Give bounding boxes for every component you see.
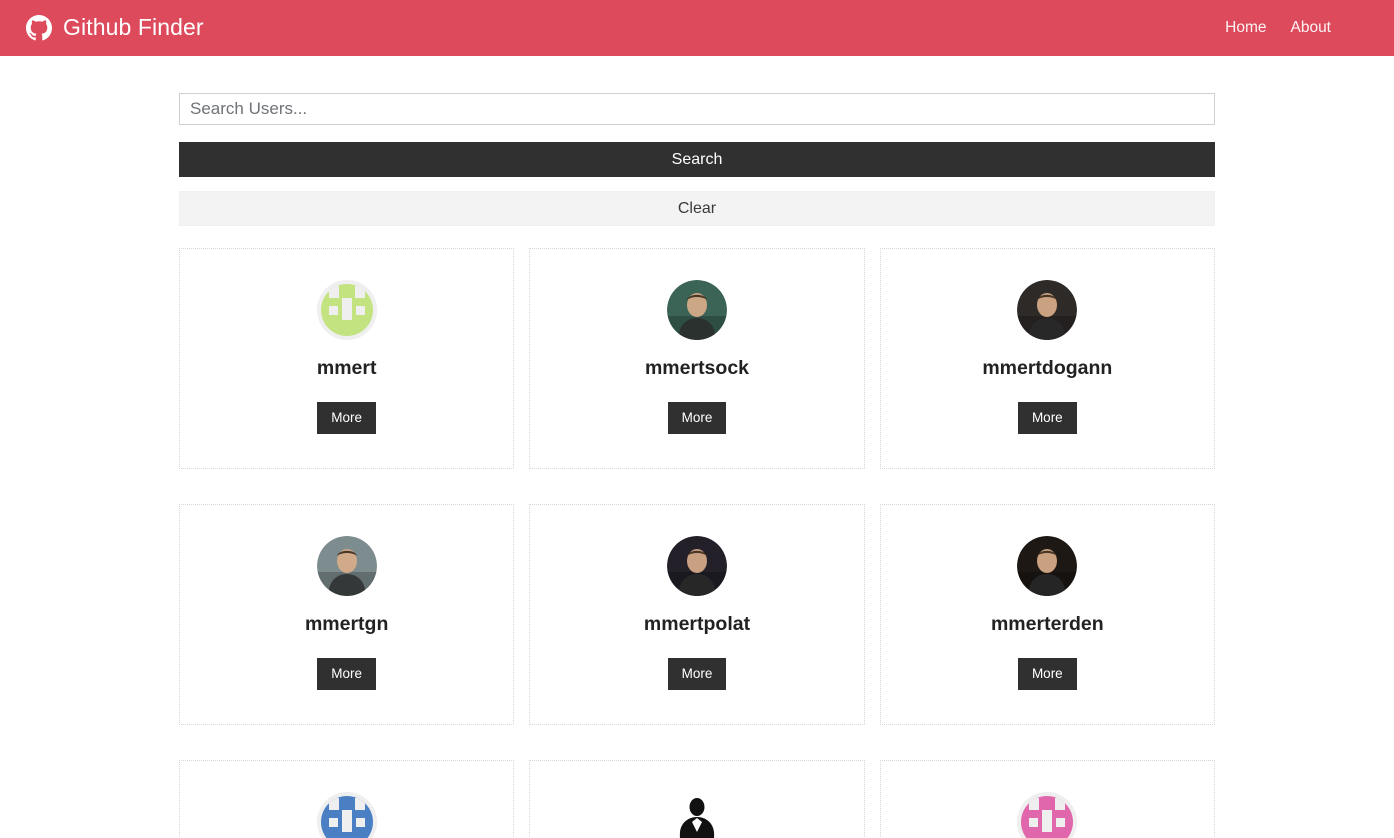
user-card: mmert More: [179, 248, 515, 469]
search-button[interactable]: Search: [179, 142, 1215, 177]
user-card: mmertgn More: [179, 504, 515, 725]
avatar: [666, 536, 727, 596]
more-button[interactable]: More: [1017, 401, 1077, 434]
more-button[interactable]: More: [317, 657, 377, 690]
avatar: [1017, 792, 1078, 838]
github-icon: [26, 15, 52, 41]
user-login: mmerterden: [990, 613, 1104, 635]
nav-links: Home About: [1225, 20, 1370, 36]
brand[interactable]: Github Finder: [26, 15, 204, 41]
more-button[interactable]: More: [1017, 657, 1077, 690]
user-login: mmertpolat: [643, 613, 751, 635]
clear-button[interactable]: Clear: [179, 191, 1215, 226]
user-card: mmertzMore: [179, 760, 515, 838]
user-login: mmertgn: [304, 613, 389, 635]
avatar: [1017, 536, 1078, 596]
user-card: mmertsock More: [529, 248, 865, 469]
avatar: [316, 280, 377, 340]
more-button[interactable]: More: [317, 401, 377, 434]
avatar: [316, 792, 377, 838]
avatar: [316, 536, 377, 596]
user-card: mmerterden More: [879, 504, 1215, 725]
search-form: Search Clear: [179, 93, 1215, 226]
avatar: [666, 280, 727, 340]
user-card: mmerthMore: [879, 760, 1215, 838]
user-login: mmertdogann: [982, 357, 1113, 379]
user-login: mmertsock: [644, 357, 750, 379]
user-card: mmertdogann More: [879, 248, 1215, 469]
more-button[interactable]: More: [667, 401, 727, 434]
nav-link-about[interactable]: About: [1290, 20, 1331, 36]
avatar: [1017, 280, 1078, 340]
user-login: mmert: [316, 357, 377, 379]
user-card: mmertpolat More: [529, 504, 865, 725]
user-card-grid: mmert More mmertsock More mmertdogann More mme…: [179, 248, 1215, 838]
avatar: [666, 792, 727, 838]
page-container: Search Clear mmertMoremmertsockMoremmert…: [179, 56, 1215, 838]
search-input[interactable]: [179, 93, 1215, 125]
brand-title: Github Finder: [63, 13, 204, 40]
user-card: mmerttccolakkMore: [529, 760, 865, 838]
nav-link-home[interactable]: Home: [1225, 20, 1266, 36]
navbar: Github Finder Home About: [0, 0, 1394, 56]
more-button[interactable]: More: [667, 657, 727, 690]
